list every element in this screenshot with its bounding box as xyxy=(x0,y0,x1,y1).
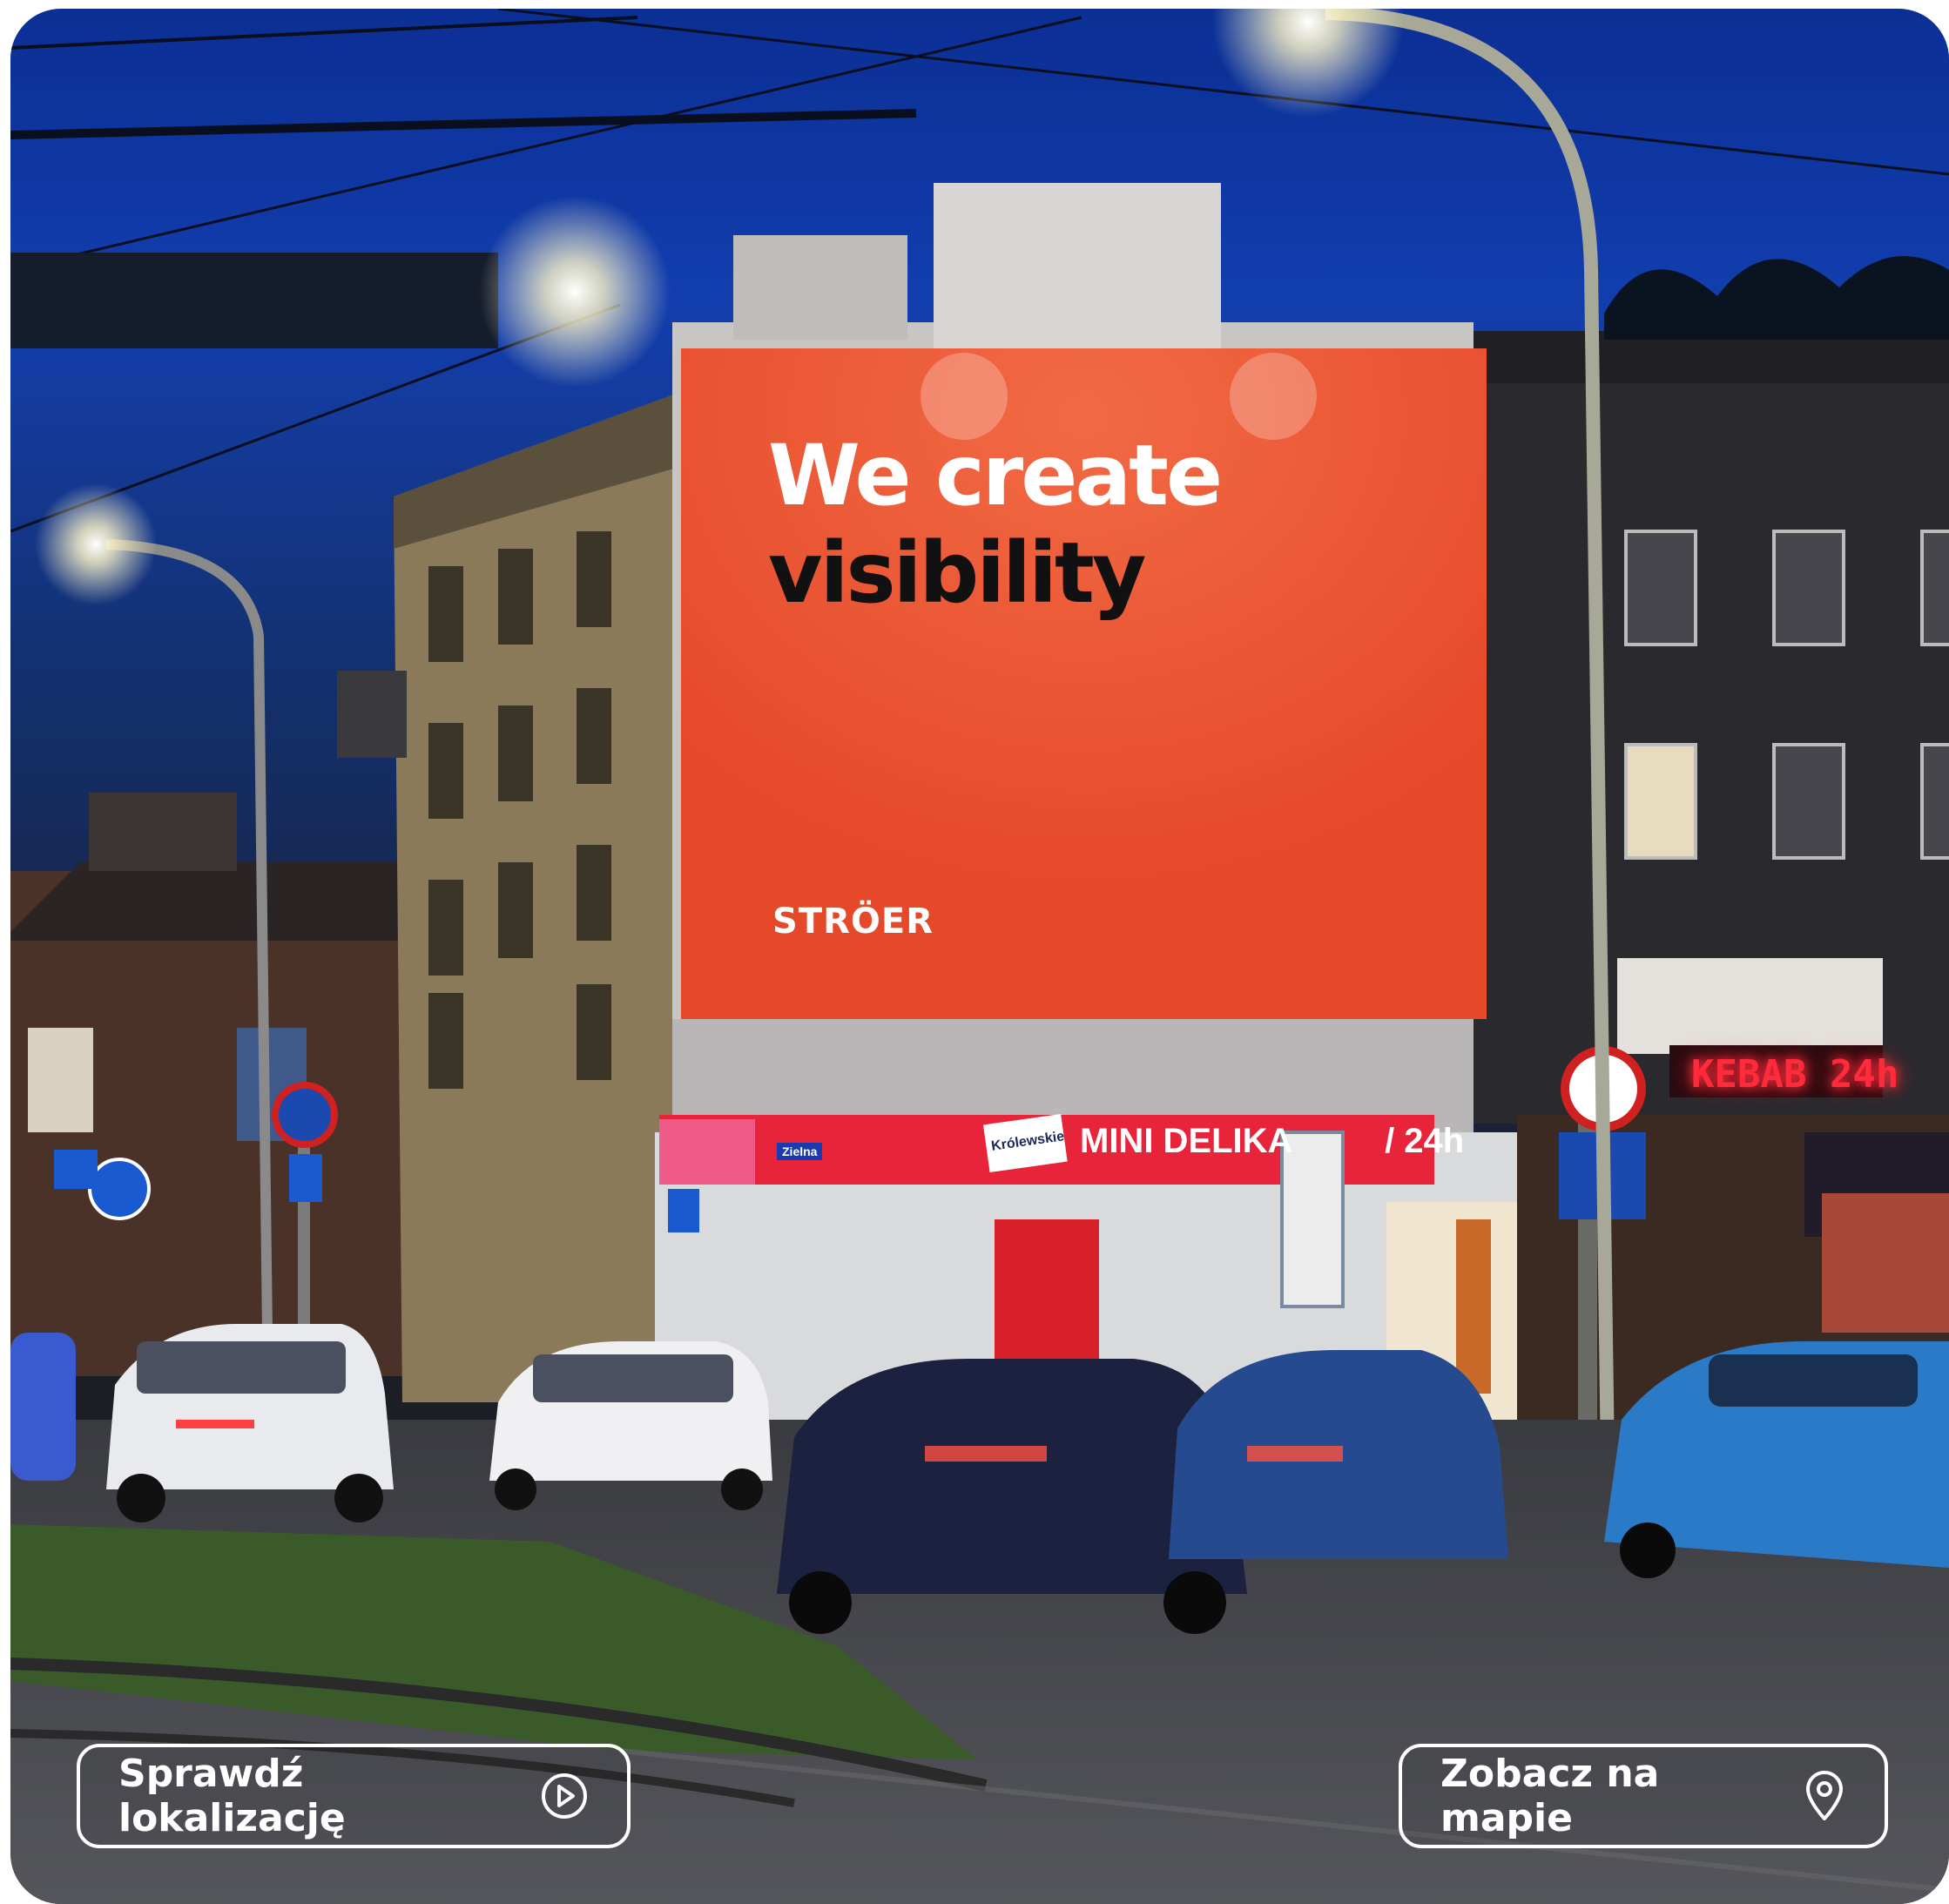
see-on-map-button[interactable]: Zobacz na mapie xyxy=(1399,1744,1888,1848)
check-location-button[interactable]: Sprawdź lokalizację xyxy=(77,1744,631,1848)
billboard-headline: We create visibility xyxy=(768,427,1223,622)
check-location-label: Sprawdź lokalizację xyxy=(118,1752,346,1840)
map-pin-icon xyxy=(1806,1771,1843,1820)
shop-sign-suffix: / 24h xyxy=(1385,1122,1465,1160)
kebab-neon-sign: KEBAB 24h xyxy=(1691,1052,1899,1097)
street-name-sign: Zielna xyxy=(777,1143,823,1160)
billboard-headline-line1: We create xyxy=(768,427,1223,524)
shop-sign: MINI DELIKA / 24h xyxy=(1080,1122,1464,1161)
shop-sign-text: MINI DELIKA xyxy=(1080,1122,1291,1160)
location-photo-card: We create visibility STRÖER MINI DELIKA … xyxy=(10,9,1949,1904)
street-photo xyxy=(10,9,1949,1904)
billboard-headline-line2: visibility xyxy=(768,524,1146,622)
see-on-map-label: Zobacz na mapie xyxy=(1440,1752,1660,1840)
stroer-logo: STRÖER xyxy=(772,901,934,942)
play-circle-icon xyxy=(542,1773,587,1819)
